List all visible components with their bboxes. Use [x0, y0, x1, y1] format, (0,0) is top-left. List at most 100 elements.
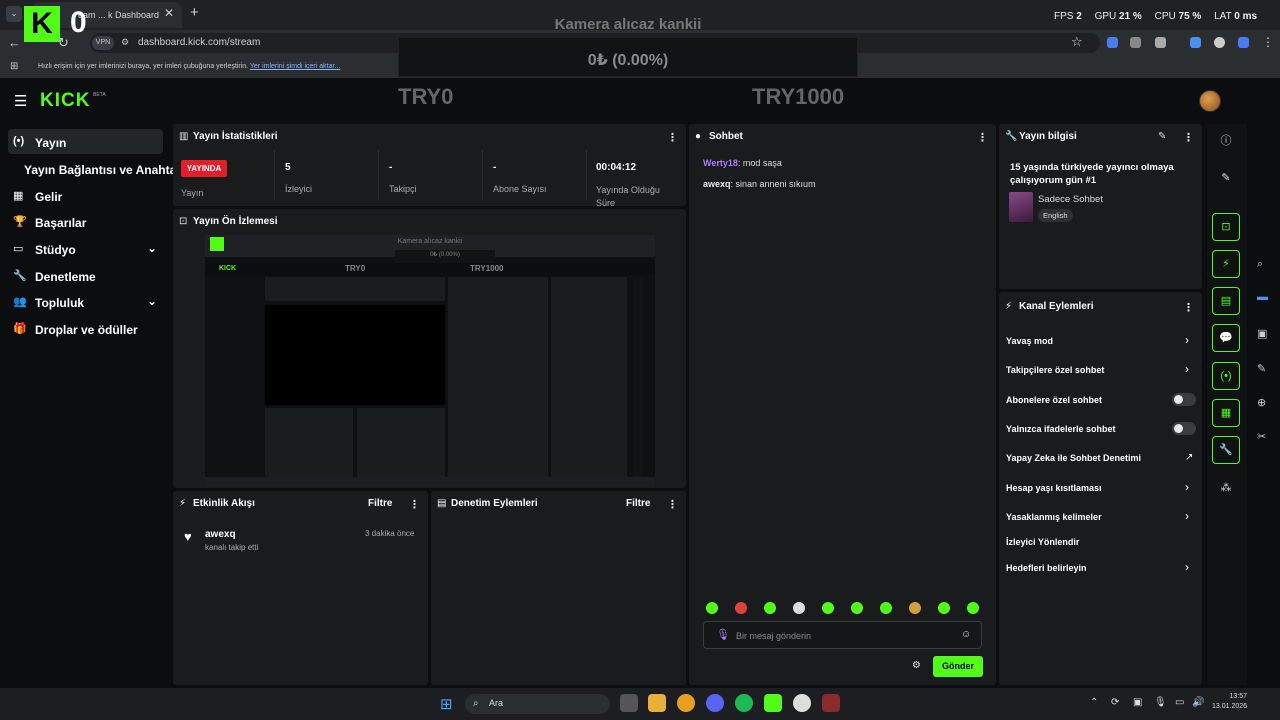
edit-icon[interactable]: ✎	[1257, 362, 1266, 375]
sidebar-item-stream-key[interactable]: Yayın Bağlantısı ve Anahtarı	[8, 156, 184, 181]
edit-icon[interactable]: ✎	[1158, 131, 1166, 142]
save-icon[interactable]: ▣	[1257, 327, 1267, 340]
external-link-icon[interactable]: ↗	[1185, 452, 1193, 463]
task-view-icon[interactable]	[620, 694, 638, 712]
layout-icon[interactable]: ▦	[1212, 399, 1240, 427]
sidebar-item-denetleme[interactable]: 🔧 Denetleme	[8, 263, 163, 288]
emotes-only-toggle[interactable]	[1172, 422, 1196, 435]
microphone-icon[interactable]: 🎙	[1154, 697, 1167, 708]
shield-icon[interactable]	[1238, 37, 1249, 48]
emote-icon[interactable]	[851, 602, 863, 614]
sidebar-item-topluluk[interactable]: 👥 Topluluk ⌄	[8, 289, 163, 314]
app-icon[interactable]	[822, 694, 840, 712]
stats-more-icon[interactable]: ⋮	[667, 131, 678, 144]
gamepad-icon[interactable]: ⊕	[1257, 396, 1266, 409]
emote-icon[interactable]	[967, 602, 979, 614]
bolt-icon[interactable]: ⚡	[1212, 250, 1240, 278]
emote-icon[interactable]	[706, 602, 718, 614]
activity-filter-button[interactable]: Filtre	[368, 498, 392, 509]
chevron-right-icon[interactable]: ›	[1185, 333, 1189, 347]
tools-icon[interactable]: ✂	[1257, 430, 1266, 443]
url-text[interactable]: dashboard.kick.com/stream	[138, 37, 260, 48]
notes-icon[interactable]: ▤	[1212, 287, 1240, 315]
wrench-icon[interactable]: 🔧	[1212, 436, 1240, 464]
emoji-picker-icon[interactable]: ☺	[961, 629, 971, 640]
close-tab-icon[interactable]: ✕	[164, 6, 174, 20]
apps-grid-icon[interactable]: ⊞	[10, 61, 18, 72]
banned-words-item[interactable]: Yasaklanmış kelimeler	[1006, 512, 1102, 522]
chevron-right-icon[interactable]: ›	[1185, 560, 1189, 574]
menu-icon[interactable]: ☰	[14, 92, 27, 110]
tray-app-icon[interactable]: ▣	[1133, 697, 1142, 708]
sidebar-item-basarilar[interactable]: 🏆 Başarılar	[8, 209, 163, 234]
channel-actions-more-icon[interactable]: ⋮	[1183, 301, 1194, 314]
preview-toggle-icon[interactable]: ⊡	[1212, 213, 1240, 241]
search-icon[interactable]: ⌕	[1257, 258, 1263, 271]
microphone-icon[interactable]: 🎙	[716, 628, 730, 641]
extension-icon[interactable]	[1130, 37, 1141, 48]
emote-icon[interactable]	[909, 602, 921, 614]
subscribers-only-toggle[interactable]	[1172, 393, 1196, 406]
emote-icon[interactable]	[822, 602, 834, 614]
chat-more-icon[interactable]: ⋮	[977, 131, 988, 144]
extensions-puzzle-icon[interactable]	[1155, 37, 1166, 48]
user-avatar[interactable]	[1199, 90, 1221, 112]
chevron-right-icon[interactable]: ›	[1185, 509, 1189, 523]
chevron-right-icon[interactable]: ›	[1185, 362, 1189, 376]
site-info-icon[interactable]: ⚙	[121, 37, 129, 48]
obs-icon[interactable]	[793, 694, 811, 712]
chat-username[interactable]: awexq	[703, 179, 731, 189]
spotify-icon[interactable]	[735, 694, 753, 712]
broadcast-icon[interactable]: (•)	[1212, 362, 1240, 390]
ai-moderation-item[interactable]: Yapay Zeka ile Sohbet Denetimi	[1006, 453, 1141, 463]
emote-icon[interactable]	[880, 602, 892, 614]
vpn-badge-icon[interactable]: VPN	[92, 36, 114, 50]
redirect-viewers-item[interactable]: İzleyici Yönlendir	[1006, 537, 1079, 547]
set-goals-item[interactable]: Hedefleri belirleyin	[1006, 563, 1087, 573]
activity-more-icon[interactable]: ⋮	[409, 498, 420, 511]
kick-app-icon[interactable]	[764, 694, 782, 712]
pencil-icon[interactable]: ✎	[1212, 164, 1240, 192]
moderation-filter-button[interactable]: Filtre	[626, 498, 650, 509]
chat-settings-icon[interactable]: ⚙	[912, 660, 921, 671]
import-bookmarks-link[interactable]: Yer imlerini şimdi içeri aktar...	[250, 63, 340, 70]
sidebar-item-gelir[interactable]: ▦ Gelir	[8, 183, 163, 208]
category-thumbnail[interactable]	[1009, 192, 1033, 222]
new-tab-icon[interactable]: +	[190, 4, 199, 21]
taskbar-search[interactable]	[465, 694, 610, 714]
sidebar-item-droplar[interactable]: 🎁 Droplar ve ödüller	[8, 316, 163, 341]
emote-icon[interactable]	[938, 602, 950, 614]
stream-info-more-icon[interactable]: ⋮	[1183, 131, 1194, 144]
tab-search-icon[interactable]: ⌄	[6, 6, 22, 22]
sidebar-item-studyo[interactable]: ▭ Stüdyo ⌄	[8, 236, 163, 261]
sidebar-item-yayin[interactable]: (•) Yayın	[8, 129, 163, 154]
emote-icon[interactable]	[793, 602, 805, 614]
extension-icon[interactable]	[1107, 37, 1118, 48]
chevron-right-icon[interactable]: ›	[1185, 480, 1189, 494]
followers-only-item[interactable]: Takipçilere özel sohbet	[1006, 365, 1104, 375]
chat-bubble-icon[interactable]: 💬	[1212, 324, 1240, 352]
start-icon[interactable]: ⊞	[440, 695, 453, 713]
sync-icon[interactable]: ⟳	[1111, 697, 1119, 708]
account-age-item[interactable]: Hesap yaşı kısıtlaması	[1006, 483, 1102, 493]
discord-icon[interactable]	[706, 694, 724, 712]
category-name[interactable]: Sadece Sohbet	[1038, 194, 1103, 205]
apps-icon[interactable]: ⁂	[1212, 474, 1240, 502]
slow-mode-item[interactable]: Yavaş mod	[1006, 336, 1053, 346]
tray-chevron-icon[interactable]: ⌃	[1090, 697, 1098, 708]
send-button[interactable]: Gönder	[933, 656, 983, 677]
emote-icon[interactable]	[735, 602, 747, 614]
profile-icon[interactable]	[1214, 37, 1225, 48]
extension-icon[interactable]: ▬	[1257, 291, 1268, 303]
bookmark-star-icon[interactable]: ☆	[1071, 34, 1083, 50]
kick-logo[interactable]: KICK	[40, 90, 90, 112]
browser-menu-icon[interactable]: ⋮	[1262, 35, 1274, 49]
info-icon[interactable]: ⓘ	[1212, 127, 1240, 155]
system-clock[interactable]: 13:57 13.01.2026	[1212, 692, 1247, 712]
emote-icon[interactable]	[764, 602, 776, 614]
sidebar-toggle-icon[interactable]	[1190, 37, 1201, 48]
volume-icon[interactable]: 🔊	[1192, 697, 1204, 708]
file-explorer-icon[interactable]	[648, 694, 666, 712]
browser-app-icon[interactable]	[677, 694, 695, 712]
network-icon[interactable]: ▭	[1175, 697, 1184, 708]
